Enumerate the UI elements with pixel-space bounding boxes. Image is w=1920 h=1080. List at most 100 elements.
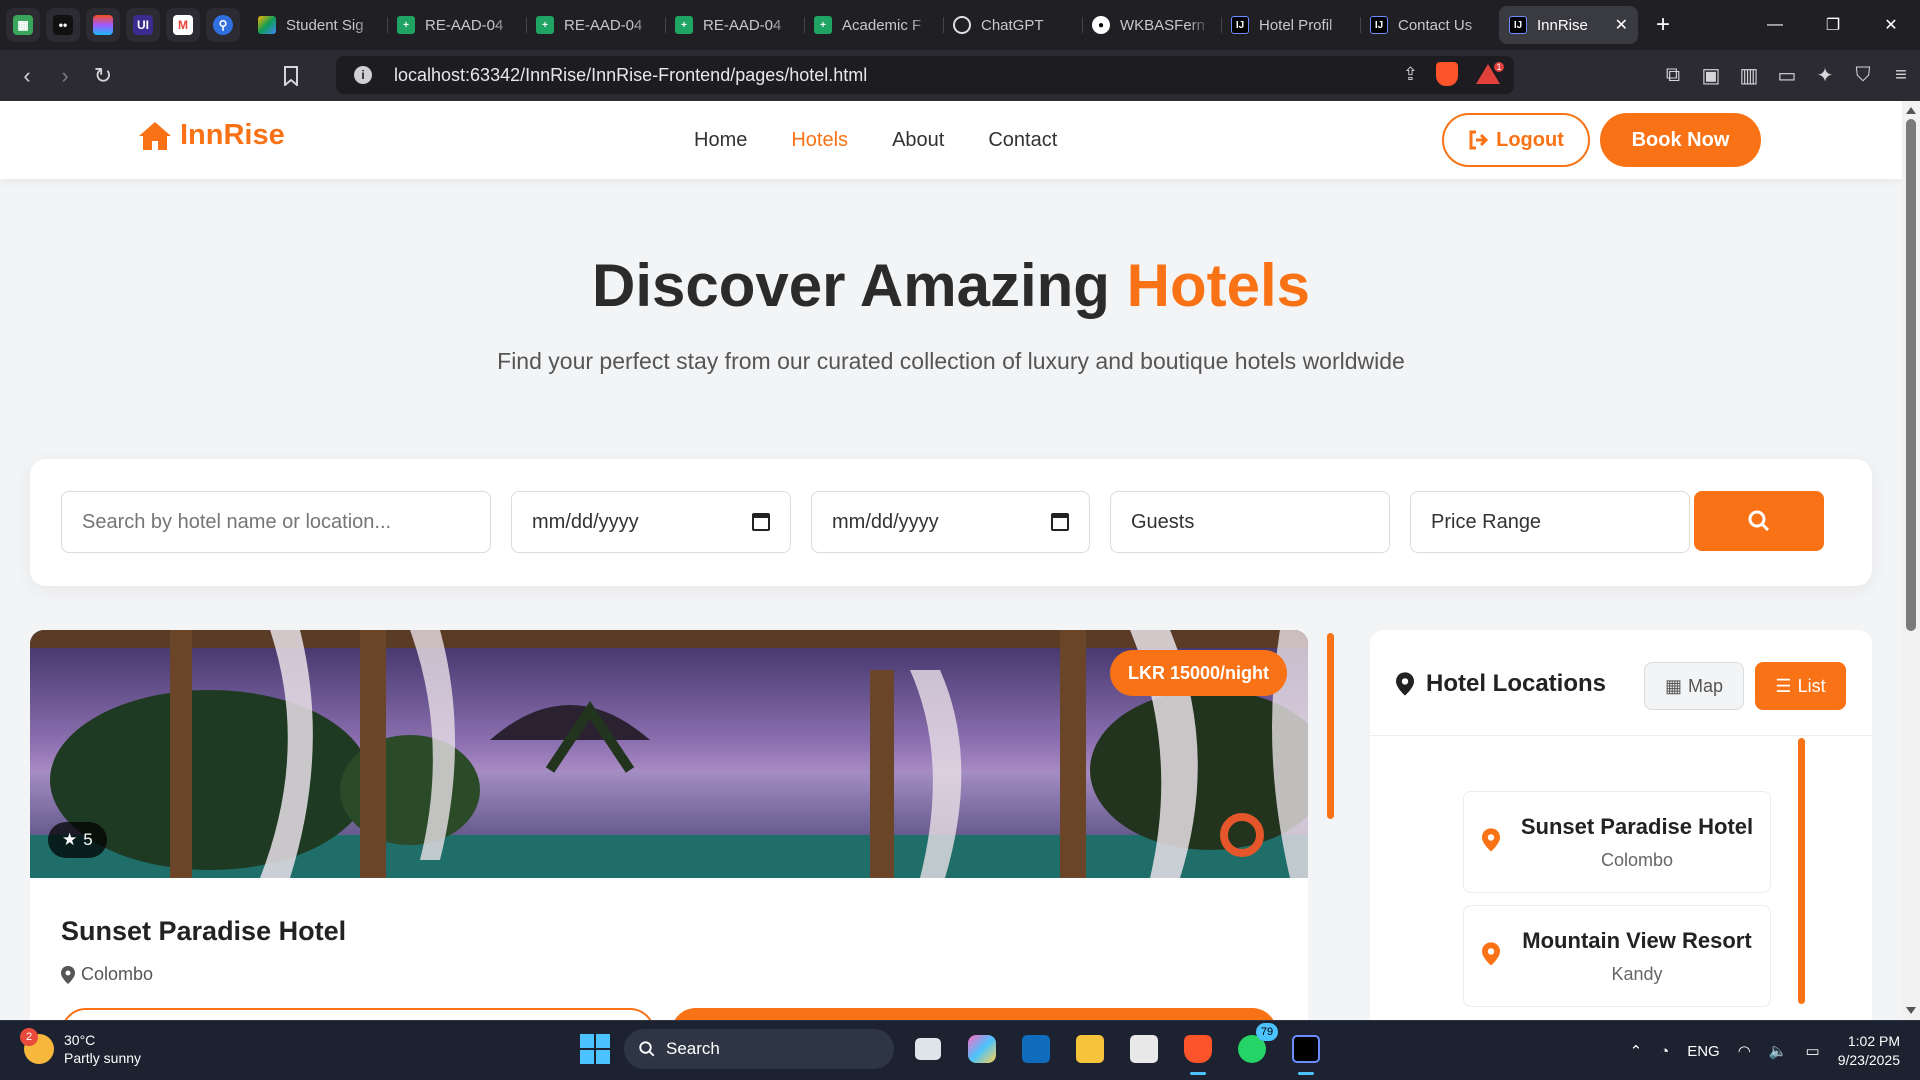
brave-browser-icon[interactable] bbox=[1178, 1029, 1218, 1075]
leo-ai-icon[interactable]: ✦ bbox=[1806, 63, 1844, 88]
search-icon bbox=[639, 1041, 655, 1057]
tab-chatgpt[interactable]: ChatGPT bbox=[943, 6, 1082, 44]
hotel-card[interactable]: LKR 15000/night ★ 5 Sunset Paradise Hote… bbox=[30, 630, 1308, 1020]
view-details-button[interactable] bbox=[61, 1008, 655, 1020]
pinned-tab-4[interactable]: UI bbox=[126, 8, 160, 42]
battery-icon[interactable]: ▭ bbox=[1806, 1042, 1820, 1060]
language-indicator[interactable]: ENG bbox=[1687, 1043, 1720, 1060]
location-item[interactable]: Sunset Paradise Hotel Colombo bbox=[1463, 791, 1771, 893]
search-button[interactable] bbox=[1694, 491, 1824, 551]
price-range-select[interactable]: Price Range bbox=[1410, 491, 1690, 553]
book-hotel-button[interactable] bbox=[671, 1008, 1277, 1020]
nav-about[interactable]: About bbox=[892, 129, 944, 152]
volume-icon[interactable]: 🔈 bbox=[1769, 1042, 1788, 1060]
new-tab-button[interactable]: + bbox=[1656, 11, 1670, 39]
close-window-button[interactable]: ✕ bbox=[1862, 0, 1920, 50]
tab-contact-us[interactable]: IJ Contact Us bbox=[1360, 6, 1499, 44]
tab-re-aad-1[interactable]: + RE-AAD-04 bbox=[387, 6, 526, 44]
locations-scrollbar[interactable] bbox=[1798, 738, 1805, 1004]
whatsapp-icon[interactable]: 79 bbox=[1232, 1023, 1278, 1069]
site-info-icon[interactable]: i bbox=[354, 66, 372, 84]
nav-hotels[interactable]: Hotels bbox=[791, 129, 848, 152]
address-bar[interactable]: i localhost:63342/InnRise/InnRise-Fronte… bbox=[336, 56, 1514, 94]
sheets-icon: + bbox=[397, 16, 415, 34]
pinned-tab-3[interactable] bbox=[86, 8, 120, 42]
locations-heading: Hotel Locations bbox=[1396, 670, 1606, 698]
extensions-icon[interactable]: ⧉ bbox=[1654, 64, 1692, 87]
brave-rewards-icon[interactable]: 1 bbox=[1476, 60, 1506, 84]
map-label: Map bbox=[1688, 675, 1724, 696]
tab-re-aad-3[interactable]: + RE-AAD-04 bbox=[665, 6, 804, 44]
location-name: Mountain View Resort bbox=[1522, 928, 1752, 953]
location-name: Sunset Paradise Hotel bbox=[1520, 814, 1754, 839]
copilot-icon[interactable] bbox=[962, 1029, 1002, 1069]
clock[interactable]: 1:02 PM 9/23/2025 bbox=[1838, 1032, 1900, 1070]
pinned-tab-1[interactable]: ▦ bbox=[6, 8, 40, 42]
pinned-tab-6[interactable]: ⚲ bbox=[206, 8, 240, 42]
tab-academic[interactable]: + Academic F bbox=[804, 6, 943, 44]
nav-contact[interactable]: Contact bbox=[988, 129, 1057, 152]
location-item[interactable]: Mountain View Resort Kandy bbox=[1463, 905, 1771, 1007]
checkin-date-field[interactable]: mm/dd/yyyy bbox=[511, 491, 791, 553]
browser-toolbar: ‹ › ↻ i localhost:63342/InnRise/InnRise-… bbox=[0, 50, 1920, 101]
windows-taskbar: 2 30°C Partly sunny Search 79 ⌃ ◔ ENG ◠ … bbox=[0, 1020, 1920, 1080]
start-button[interactable] bbox=[580, 1034, 610, 1064]
scroll-up-arrow[interactable] bbox=[1906, 107, 1916, 114]
book-now-button[interactable]: Book Now bbox=[1600, 113, 1761, 167]
menu-icon[interactable]: ≡ bbox=[1882, 64, 1920, 87]
tab-re-aad-2[interactable]: + RE-AAD-04 bbox=[526, 6, 665, 44]
wallet-icon[interactable]: ▭ bbox=[1768, 63, 1806, 88]
reload-button[interactable]: ↻ bbox=[84, 57, 122, 95]
vpn-icon[interactable]: ⛉ bbox=[1844, 64, 1882, 87]
scroll-down-arrow[interactable] bbox=[1906, 1007, 1916, 1014]
page-scrollbar[interactable] bbox=[1902, 101, 1920, 1020]
share-icon[interactable]: ⇪ bbox=[1403, 64, 1418, 85]
back-button[interactable]: ‹ bbox=[8, 57, 46, 95]
hotel-locations-panel: Hotel Locations ▦ Map ☰ List Sunset Para… bbox=[1370, 630, 1872, 1020]
tab-student-sig[interactable]: Student Sig bbox=[248, 6, 387, 44]
forward-button[interactable]: › bbox=[46, 57, 84, 95]
sidebar-icon[interactable]: ▥ bbox=[1730, 63, 1768, 88]
rating-badge: ★ 5 bbox=[48, 822, 107, 858]
link-icon: ⚲ bbox=[213, 15, 233, 35]
main-nav: Home Hotels About Contact bbox=[694, 129, 1057, 152]
chevron-up-icon[interactable]: ⌃ bbox=[1630, 1042, 1643, 1060]
nav-home[interactable]: Home bbox=[694, 129, 747, 152]
sync-icon[interactable]: ◔ bbox=[1660, 1043, 1669, 1060]
site-logo[interactable]: InnRise bbox=[138, 119, 285, 152]
maximize-button[interactable]: ❐ bbox=[1804, 0, 1862, 50]
tab-github[interactable]: ● WKBASFern bbox=[1082, 6, 1221, 44]
home-icon bbox=[139, 121, 171, 150]
outlook-icon[interactable] bbox=[1016, 1029, 1056, 1069]
map-view-button[interactable]: ▦ Map bbox=[1644, 662, 1744, 710]
search-input[interactable]: Search by hotel name or location... bbox=[61, 491, 491, 553]
close-icon[interactable]: ✕ bbox=[1615, 15, 1628, 35]
logout-button[interactable]: Logout bbox=[1442, 113, 1590, 167]
calendar-icon[interactable] bbox=[752, 513, 770, 531]
hotel-list-scrollbar[interactable] bbox=[1327, 633, 1334, 819]
location-city: Kandy bbox=[1611, 964, 1663, 984]
tab-hotel-profile[interactable]: IJ Hotel Profil bbox=[1221, 6, 1360, 44]
tab-innrise[interactable]: IJ InnRise ✕ bbox=[1499, 6, 1638, 44]
pinned-tab-2[interactable]: •• bbox=[46, 8, 80, 42]
taskbar-search[interactable]: Search bbox=[624, 1029, 894, 1069]
file-explorer-icon[interactable] bbox=[1070, 1029, 1110, 1069]
task-view-icon[interactable] bbox=[908, 1029, 948, 1069]
calendar-icon[interactable] bbox=[1051, 513, 1069, 531]
map-icon: ▦ bbox=[1664, 675, 1682, 696]
store-icon[interactable] bbox=[1124, 1029, 1164, 1069]
bookmark-icon[interactable] bbox=[272, 57, 310, 95]
scroll-thumb[interactable] bbox=[1906, 119, 1916, 631]
brave-shields-icon[interactable] bbox=[1436, 62, 1458, 86]
list-view-button[interactable]: ☰ List bbox=[1755, 662, 1846, 710]
weather-widget[interactable]: 2 30°C Partly sunny bbox=[20, 1028, 141, 1067]
list-label: List bbox=[1797, 675, 1826, 696]
checkout-date-field[interactable]: mm/dd/yyyy bbox=[811, 491, 1090, 553]
pinned-tab-5[interactable]: M bbox=[166, 8, 200, 42]
hotel-name[interactable]: Sunset Paradise Hotel bbox=[61, 916, 346, 947]
minimize-button[interactable]: — bbox=[1746, 0, 1804, 50]
reader-icon[interactable]: ▣ bbox=[1692, 63, 1730, 88]
guests-select[interactable]: Guests bbox=[1110, 491, 1390, 553]
intellij-taskbar-icon[interactable] bbox=[1286, 1029, 1326, 1075]
wifi-icon[interactable]: ◠ bbox=[1738, 1042, 1751, 1060]
